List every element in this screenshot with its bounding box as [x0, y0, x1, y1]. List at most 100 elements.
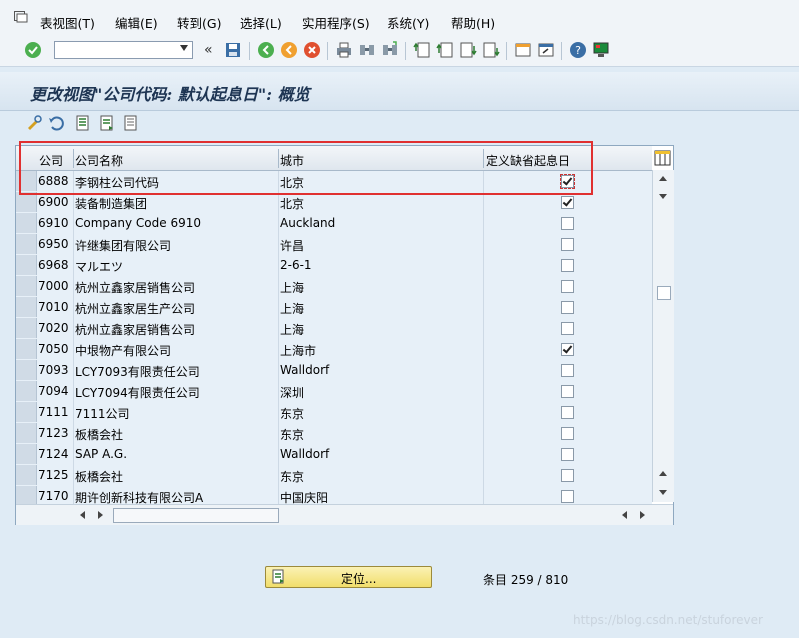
scroll-down-icon[interactable]	[659, 490, 667, 495]
scroll-down-icon[interactable]	[659, 194, 667, 199]
back-icon[interactable]	[257, 41, 275, 59]
table-row[interactable]: 6888 李钢柱公司代码 北京	[16, 171, 652, 193]
default-value-date-checkbox[interactable]	[561, 406, 574, 419]
default-value-date-checkbox[interactable]	[561, 343, 574, 356]
row-selector[interactable]	[16, 318, 37, 338]
column-divider	[483, 465, 484, 486]
menu-table-view[interactable]: 表视图(T)	[40, 13, 95, 32]
table-row[interactable]: 7111 7111公司 东京	[16, 402, 652, 424]
menu-goto[interactable]: 转到(G)	[177, 13, 221, 32]
default-value-date-checkbox[interactable]	[561, 259, 574, 272]
scroll-right-icon[interactable]	[640, 511, 645, 519]
print-icon[interactable]	[335, 41, 353, 59]
undo-icon[interactable]	[48, 114, 66, 132]
table-row[interactable]: 7093 LCY7093有限责任公司 Walldorf	[16, 360, 652, 382]
default-value-date-checkbox[interactable]	[561, 280, 574, 293]
find-icon[interactable]	[358, 41, 376, 59]
dropdown-arrow-icon[interactable]	[180, 45, 188, 51]
table-row[interactable]: 7124 SAP A.G. Walldorf	[16, 444, 652, 466]
default-value-date-checkbox[interactable]	[561, 196, 574, 209]
enter-check-icon[interactable]	[24, 41, 42, 59]
table-row[interactable]: 7094 LCY7094有限责任公司 深圳	[16, 381, 652, 403]
row-selector[interactable]	[16, 255, 37, 275]
select-block-icon[interactable]	[98, 114, 116, 132]
horizontal-scrollbar[interactable]	[16, 504, 673, 525]
vertical-scrollbar[interactable]	[652, 170, 674, 502]
menu-help[interactable]: 帮助(H)	[451, 13, 495, 32]
menu-system[interactable]: 系统(Y)	[387, 13, 429, 32]
first-page-icon[interactable]	[413, 41, 431, 59]
row-selector[interactable]	[16, 444, 37, 464]
cancel-icon[interactable]	[303, 41, 321, 59]
table-row[interactable]: 7010 杭州立鑫家居生产公司 上海	[16, 297, 652, 319]
save-icon[interactable]	[224, 41, 242, 59]
table-row[interactable]: 6900 装备制造集团 北京	[16, 192, 652, 214]
shortcut-icon[interactable]	[537, 41, 555, 59]
row-selector[interactable]	[16, 276, 37, 296]
row-selector[interactable]	[16, 465, 37, 485]
collapse-chevron-icon[interactable]: «	[204, 42, 213, 58]
row-selector[interactable]	[16, 297, 37, 317]
system-menu-icon[interactable]	[14, 11, 28, 23]
command-field[interactable]	[54, 41, 193, 59]
select-all-icon[interactable]	[74, 114, 92, 132]
menu-edit[interactable]: 编辑(E)	[115, 13, 158, 32]
header-company-name[interactable]: 公司名称	[75, 152, 123, 169]
scroll-up-icon[interactable]	[659, 176, 667, 181]
header-default-value-date[interactable]: 定义缺省起息日	[486, 152, 570, 169]
table-row[interactable]: 7123 板橋会社 东京	[16, 423, 652, 445]
help-icon[interactable]: ?	[569, 41, 587, 59]
row-selector[interactable]	[16, 213, 37, 233]
row-selector[interactable]	[16, 423, 37, 443]
default-value-date-checkbox[interactable]	[561, 490, 574, 503]
default-value-date-checkbox[interactable]	[561, 301, 574, 314]
table-settings-icon[interactable]	[654, 150, 671, 166]
column-divider	[73, 192, 74, 213]
default-value-date-checkbox[interactable]	[561, 448, 574, 461]
row-selector[interactable]	[16, 360, 37, 380]
horizontal-scroll-thumb[interactable]	[113, 508, 279, 523]
scroll-left-icon[interactable]	[80, 511, 85, 519]
position-button[interactable]: 定位...	[265, 566, 432, 588]
default-value-date-checkbox[interactable]	[560, 174, 575, 189]
table-row[interactable]: 6968 マルエツ 2-6-1	[16, 255, 652, 277]
scroll-left-icon[interactable]	[622, 511, 627, 519]
row-selector[interactable]	[16, 234, 37, 254]
default-value-date-checkbox[interactable]	[561, 322, 574, 335]
default-value-date-checkbox[interactable]	[561, 217, 574, 230]
scroll-thumb[interactable]	[657, 286, 671, 300]
exit-icon[interactable]	[280, 41, 298, 59]
default-value-date-checkbox[interactable]	[561, 469, 574, 482]
previous-page-icon[interactable]	[436, 41, 454, 59]
table-row[interactable]: 7000 杭州立鑫家居销售公司 上海	[16, 276, 652, 298]
table-row[interactable]: 6950 许继集团有限公司 许昌	[16, 234, 652, 256]
table-row[interactable]: 7020 杭州立鑫家居销售公司 上海	[16, 318, 652, 340]
row-selector[interactable]	[16, 402, 37, 422]
display-change-icon[interactable]	[25, 114, 43, 132]
default-value-date-checkbox[interactable]	[561, 364, 574, 377]
row-selector[interactable]	[16, 339, 37, 359]
table-row[interactable]: 7050 中垠物产有限公司 上海市	[16, 339, 652, 361]
scroll-up-icon[interactable]	[659, 471, 667, 476]
default-value-date-checkbox[interactable]	[561, 427, 574, 440]
create-session-icon[interactable]	[514, 41, 532, 59]
last-page-icon[interactable]	[482, 41, 500, 59]
default-value-date-checkbox[interactable]	[561, 238, 574, 251]
menu-selection[interactable]: 选择(L)	[240, 13, 282, 32]
menu-utilities[interactable]: 实用程序(S)	[302, 13, 370, 32]
row-selector[interactable]	[16, 171, 37, 191]
next-page-icon[interactable]	[459, 41, 477, 59]
column-divider	[73, 423, 74, 444]
row-selector[interactable]	[16, 486, 37, 506]
header-company-code[interactable]: 公司	[39, 152, 63, 169]
deselect-all-icon[interactable]	[122, 114, 140, 132]
row-selector[interactable]	[16, 381, 37, 401]
header-city[interactable]: 城市	[280, 152, 304, 169]
table-row[interactable]: 6910 Company Code 6910 Auckland	[16, 213, 652, 235]
table-row[interactable]: 7125 板橋会社 东京	[16, 465, 652, 487]
scroll-right-icon[interactable]	[98, 511, 103, 519]
row-selector[interactable]	[16, 192, 37, 212]
default-value-date-checkbox[interactable]	[561, 385, 574, 398]
customize-layout-icon[interactable]	[592, 41, 610, 59]
find-next-icon[interactable]	[381, 41, 399, 59]
